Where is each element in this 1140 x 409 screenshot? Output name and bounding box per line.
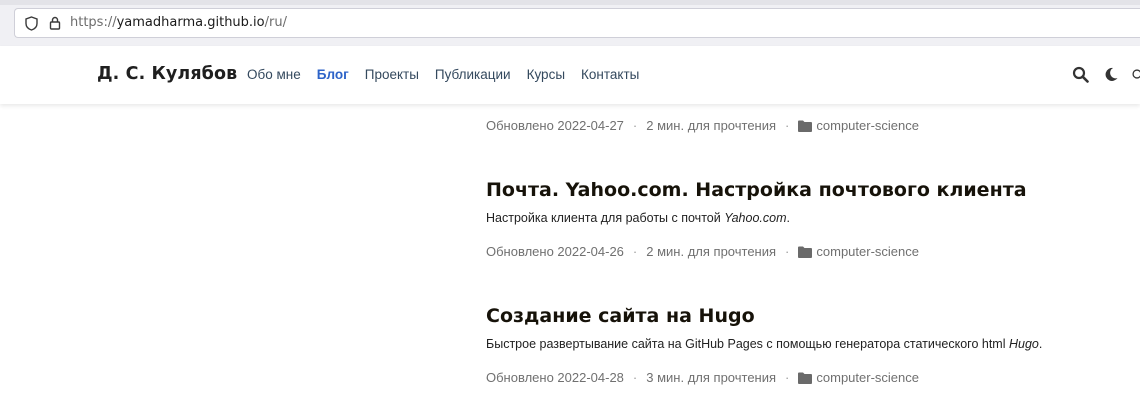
folder-icon <box>798 372 813 384</box>
url-scheme: https:// <box>70 15 117 30</box>
post-summary-text: Быстрое развертывание сайта на GitHub Pa… <box>486 337 1009 351</box>
tab-strip-edge <box>0 0 1140 5</box>
post-category[interactable]: computer-science <box>816 370 919 385</box>
post-list: Обновлено 2022-04-27 · 2 мин. для прочте… <box>0 104 1140 409</box>
meta-separator: · <box>632 244 638 259</box>
nav-item-blog[interactable]: Блог <box>317 67 349 82</box>
post-summary-end: . <box>1038 337 1043 351</box>
nav-item-courses[interactable]: Курсы <box>527 67 565 82</box>
post-summary-emphasis: Hugo <box>1008 337 1039 351</box>
address-bar[interactable]: https://yamadharma.github.io/ru/ <box>14 8 1140 38</box>
meta-separator: · <box>632 118 638 133</box>
nav-item-projects[interactable]: Проекты <box>365 67 419 82</box>
folder-icon <box>798 246 813 258</box>
post-meta: Обновлено 2022-04-28 · 3 мин. для прочте… <box>486 370 919 385</box>
meta-separator: · <box>632 370 638 385</box>
post-meta: Обновлено 2022-04-27 · 2 мин. для прочте… <box>486 118 919 133</box>
language-icon[interactable] <box>1132 46 1140 102</box>
nav-item-contacts[interactable]: Контакты <box>581 67 639 82</box>
post-updated: Обновлено 2022-04-28 <box>486 370 624 385</box>
post-summary-emphasis: Yahoo.com <box>724 211 787 225</box>
folder-icon <box>798 120 813 132</box>
post-title[interactable]: Создание сайта на Hugo <box>486 305 755 327</box>
post-updated: Обновлено 2022-04-27 <box>486 118 624 133</box>
post-summary-text: Настройка клиента для работы с почтой <box>486 211 725 225</box>
main-nav: Обо мне Блог Проекты Публикации Курсы Ко… <box>247 46 655 102</box>
url-host: yamadharma.github.io <box>116 15 265 30</box>
browser-toolbar: https://yamadharma.github.io/ru/ <box>0 0 1140 46</box>
post-summary: Быстрое развертывание сайта на GitHub Pa… <box>486 337 1042 351</box>
shield-icon[interactable] <box>23 9 39 37</box>
nav-item-about[interactable]: Обо мне <box>247 67 301 82</box>
site-title[interactable]: Д. С. Кулябов <box>97 46 237 102</box>
meta-separator: · <box>785 118 790 133</box>
post-reading-time: 2 мин. для прочтения <box>646 244 777 259</box>
post-category[interactable]: computer-science <box>816 118 919 133</box>
moon-icon[interactable] <box>1104 46 1120 102</box>
post-updated: Обновлено 2022-04-26 <box>486 244 624 259</box>
meta-separator: · <box>785 370 790 385</box>
post-summary-end: . <box>786 211 790 225</box>
nav-item-publications[interactable]: Публикации <box>435 67 511 82</box>
post-meta: Обновлено 2022-04-26 · 2 мин. для прочте… <box>486 244 919 259</box>
post-reading-time: 2 мин. для прочтения <box>646 118 777 133</box>
post-title[interactable]: Почта. Yahoo.com. Настройка почтового кл… <box>486 179 1027 201</box>
site-header: Д. С. Кулябов Обо мне Блог Проекты Публи… <box>0 46 1140 104</box>
post-category[interactable]: computer-science <box>816 244 919 259</box>
post-summary: Настройка клиента для работы с почтой Ya… <box>486 211 790 225</box>
lock-icon[interactable] <box>47 9 63 37</box>
search-icon[interactable] <box>1072 46 1090 102</box>
meta-separator: · <box>785 244 790 259</box>
url-text[interactable]: https://yamadharma.github.io/ru/ <box>70 9 287 37</box>
post-reading-time: 3 мин. для прочтения <box>646 370 777 385</box>
url-path: /ru/ <box>264 15 287 30</box>
